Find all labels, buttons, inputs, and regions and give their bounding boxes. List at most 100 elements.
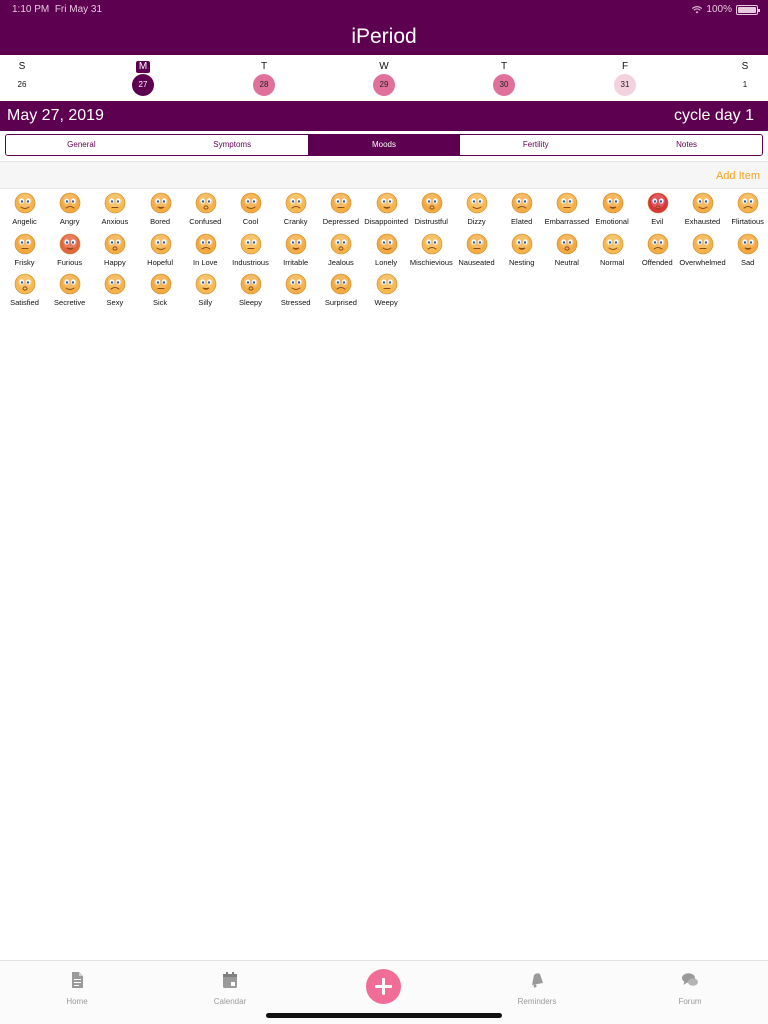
- emoji-face-icon: [692, 233, 714, 255]
- calendar-icon: [223, 972, 237, 988]
- emoji-face-icon: [556, 233, 578, 255]
- day-cell[interactable]: T 30: [484, 55, 524, 101]
- emoji-face-icon: [285, 192, 307, 214]
- day-number: 27: [132, 74, 154, 96]
- day-cell[interactable]: M 27: [123, 55, 163, 101]
- header: 1:10 PM Fri May 31 100% iPeriod: [0, 0, 768, 55]
- mood-item[interactable]: Weepy: [364, 270, 409, 310]
- emoji-face-icon: [240, 233, 262, 255]
- bell-icon: [532, 973, 543, 988]
- day-number: 28: [253, 74, 275, 96]
- add-entry-button[interactable]: [366, 969, 401, 1004]
- nav-reminders[interactable]: Reminders: [492, 971, 582, 1006]
- day-number: 1: [742, 80, 748, 89]
- emoji-face-icon: [466, 192, 488, 214]
- nav-calendar[interactable]: Calendar: [185, 971, 275, 1006]
- emoji-face-icon: [511, 192, 533, 214]
- emoji-face-icon: [59, 192, 81, 214]
- day-number: 31: [614, 74, 636, 96]
- nav-forum[interactable]: Forum: [645, 971, 735, 1006]
- emoji-face-icon: [421, 233, 443, 255]
- tab-moods[interactable]: Moods: [308, 135, 461, 155]
- emoji-face-icon: [59, 233, 81, 255]
- tab-general[interactable]: General: [6, 135, 157, 155]
- day-cell[interactable]: S1: [725, 55, 765, 101]
- emoji-face-icon: [285, 273, 307, 295]
- chat-bubbles-icon: [682, 973, 698, 986]
- emoji-face-icon: [104, 192, 126, 214]
- nav-home[interactable]: Home: [32, 971, 122, 1006]
- mood-label: Weepy: [374, 298, 398, 307]
- mood-label: Flirtatious: [731, 217, 764, 226]
- emoji-face-icon: [240, 273, 262, 295]
- emoji-face-icon: [511, 233, 533, 255]
- app-window: 1:10 PM Fri May 31 100% iPeriod S 26 M 27 T 2…: [0, 0, 768, 1024]
- emoji-face-icon: [330, 233, 352, 255]
- emoji-face-icon: [59, 273, 81, 295]
- emoji-face-icon: [647, 192, 669, 214]
- day-cell[interactable]: S 26: [2, 55, 42, 101]
- emoji-face-icon: [376, 233, 398, 255]
- status-right: 100%: [692, 4, 760, 15]
- tab-notes[interactable]: Notes: [611, 135, 762, 155]
- day-cell[interactable]: W 29: [364, 55, 404, 101]
- emoji-face-icon: [602, 192, 624, 214]
- add-item-bar: Add Item: [0, 161, 768, 189]
- status-time: 1:10 PM Fri May 31: [12, 4, 103, 15]
- day-number: 30: [493, 74, 515, 96]
- emoji-face-icon: [330, 192, 352, 214]
- emoji-face-icon: [376, 192, 398, 214]
- emoji-face-icon: [150, 273, 172, 295]
- emoji-face-icon: [737, 233, 759, 255]
- emoji-face-icon: [150, 233, 172, 255]
- emoji-face-icon: [195, 273, 217, 295]
- mood-item[interactable]: Flirtatious: [725, 189, 768, 229]
- nav-label: Home: [66, 997, 88, 1006]
- day-cell[interactable]: F 31: [605, 55, 645, 101]
- emoji-face-icon: [14, 233, 36, 255]
- emoji-face-icon: [330, 273, 352, 295]
- emoji-face-icon: [647, 233, 669, 255]
- emoji-face-icon: [737, 192, 759, 214]
- nav-label: Calendar: [213, 997, 247, 1006]
- day-number: 26: [17, 80, 27, 89]
- tab-fertility[interactable]: Fertility: [460, 135, 612, 155]
- emoji-face-icon: [421, 192, 443, 214]
- emoji-face-icon: [195, 233, 217, 255]
- emoji-face-icon: [240, 192, 262, 214]
- battery-icon: [736, 4, 760, 15]
- day-letter: F: [621, 61, 629, 72]
- add-item-button[interactable]: Add Item: [716, 170, 760, 182]
- document-icon: [72, 972, 83, 988]
- emoji-face-icon: [466, 233, 488, 255]
- day-letter: M: [123, 61, 163, 73]
- emoji-face-icon: [376, 273, 398, 295]
- nav-label: Forum: [678, 997, 702, 1006]
- day-letter: S: [18, 61, 26, 72]
- day-letter: T: [500, 61, 508, 72]
- tab-symptoms[interactable]: Symptoms: [156, 135, 309, 155]
- date-bar: May 27, 2019 cycle day 1: [0, 101, 768, 131]
- home-indicator: [266, 1013, 502, 1018]
- emoji-face-icon: [14, 192, 36, 214]
- emoji-face-icon: [556, 192, 578, 214]
- day-letter: S: [741, 61, 749, 72]
- day-cell[interactable]: T 28: [244, 55, 284, 101]
- week-strip: S 26 M 27 T 28 W 29 T 30 F 31 S 1: [0, 55, 768, 101]
- cycle-day: cycle day 1: [673, 107, 754, 124]
- emoji-face-icon: [692, 192, 714, 214]
- app-title: iPeriod: [351, 25, 417, 48]
- mood-item[interactable]: Sad: [725, 230, 768, 270]
- emoji-face-icon: [150, 192, 172, 214]
- mood-label: Sad: [741, 258, 755, 267]
- day-number: 29: [373, 74, 395, 96]
- battery-percent: 100%: [706, 4, 732, 15]
- wifi-icon: [692, 5, 703, 13]
- nav-label: Reminders: [517, 997, 557, 1006]
- emoji-face-icon: [285, 233, 307, 255]
- emoji-face-icon: [104, 273, 126, 295]
- emoji-face-icon: [602, 233, 624, 255]
- emoji-face-icon: [14, 273, 36, 295]
- emoji-face-icon: [104, 233, 126, 255]
- day-letter: W: [379, 61, 389, 72]
